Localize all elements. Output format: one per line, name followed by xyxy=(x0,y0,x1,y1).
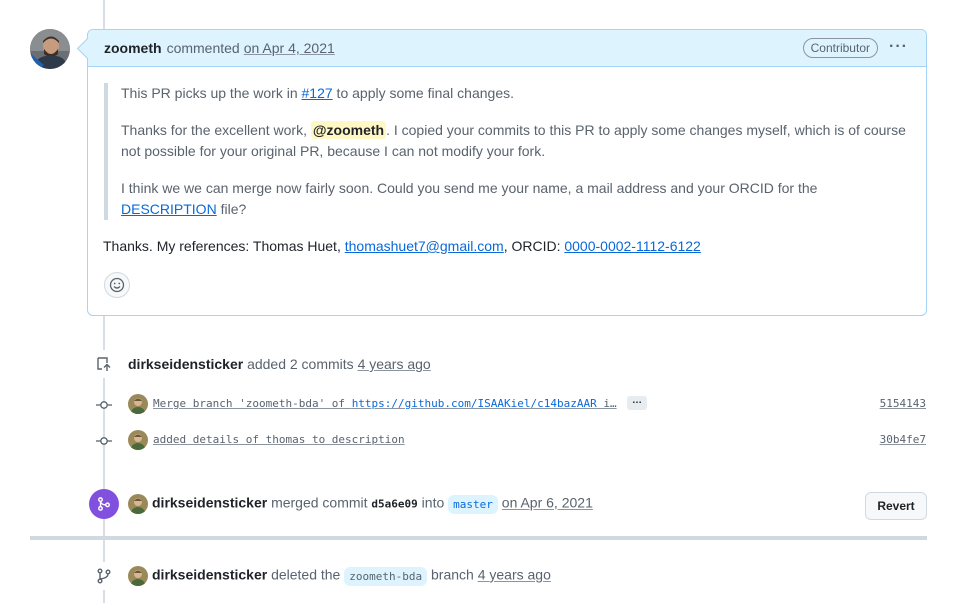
quote-paragraph: I think we we can merge now fairly soon.… xyxy=(121,178,910,220)
merge-event-text: dirkseidensticker merged commit d5a6e09 … xyxy=(128,494,593,514)
description-file-link[interactable]: DESCRIPTION xyxy=(121,201,217,217)
delete-event-text: dirkseidensticker deleted the zoometh-bd… xyxy=(128,566,551,586)
commit-message[interactable]: Merge branch 'zoometh-bda' of https://gi… xyxy=(153,397,617,410)
quote-text: This PR picks up the work in xyxy=(121,85,302,101)
blockquote: This PR picks up the work in #127 to app… xyxy=(104,83,910,220)
commit-message[interactable]: added details of thomas to description xyxy=(153,433,405,446)
event-time[interactable]: 4 years ago xyxy=(478,567,551,583)
comment-body: This PR picks up the work in #127 to app… xyxy=(88,67,926,298)
expand-commit-button[interactable]: … xyxy=(627,396,647,410)
commit-dot-icon xyxy=(96,434,112,446)
actor-name[interactable]: dirkseidensticker xyxy=(128,356,243,372)
commit-row: Merge branch 'zoometh-bda' of https://gi… xyxy=(0,392,961,416)
user-mention[interactable]: @zoometh xyxy=(310,121,387,139)
quote-text: file? xyxy=(216,201,247,217)
actor-name[interactable]: dirkseidensticker xyxy=(152,567,267,583)
git-branch-icon xyxy=(90,562,118,590)
body-text: Thanks. My references: Thomas Huet, xyxy=(103,238,345,254)
email-link[interactable]: thomashuet7@gmail.com xyxy=(345,238,504,254)
merge-event: dirkseidensticker merged commit d5a6e09 … xyxy=(0,489,961,519)
avatar[interactable] xyxy=(128,430,148,450)
branch-deleted-event: dirkseidensticker deleted the zoometh-bd… xyxy=(0,561,961,591)
kebab-horizontal-icon[interactable]: ··· xyxy=(889,38,908,56)
event-time[interactable]: 4 years ago xyxy=(358,356,431,372)
orcid-link[interactable]: 0000-0002-1112-6122 xyxy=(564,238,701,254)
git-merge-icon xyxy=(89,489,119,519)
commit-url[interactable]: https://github.com/ISAAKiel/c14bazAAR xyxy=(352,397,597,410)
commit-dot-icon xyxy=(96,398,112,410)
branch-label[interactable]: master xyxy=(448,494,498,514)
event-action: deleted the xyxy=(271,566,341,583)
commit-row: added details of thomas to description 3… xyxy=(0,428,961,452)
commit-sha[interactable]: 5154143 xyxy=(880,397,926,410)
event-action: branch xyxy=(431,566,474,583)
actor-name[interactable]: dirkseidensticker xyxy=(152,495,267,511)
event-time[interactable]: on Apr 6, 2021 xyxy=(502,495,593,511)
comment-action: commented xyxy=(166,40,240,56)
event-action: into xyxy=(421,494,445,511)
quote-paragraph: Thanks for the excellent work, @zoometh.… xyxy=(121,120,910,162)
avatar[interactable] xyxy=(128,494,148,514)
body-text: , ORCID: xyxy=(503,238,565,254)
merge-commit-sha[interactable]: d5a6e09 xyxy=(371,498,417,511)
timeline-line-top xyxy=(103,0,105,29)
quote-text: I think we we can merge now fairly soon.… xyxy=(121,180,818,196)
quote-text: Thanks for the excellent work, xyxy=(121,122,311,138)
issue-link[interactable]: #127 xyxy=(302,85,333,101)
comment: zoometh commented on Apr 4, 2021 Contrib… xyxy=(87,29,927,316)
commits-added-event: dirkseidensticker added 2 commits 4 year… xyxy=(0,349,961,379)
comment-date[interactable]: on Apr 4, 2021 xyxy=(244,40,335,56)
commit-sha[interactable]: 30b4fe7 xyxy=(880,433,926,446)
event-action: merged commit xyxy=(271,494,368,511)
comment-header: zoometh commented on Apr 4, 2021 Contrib… xyxy=(88,30,926,67)
commits-event-text: dirkseidensticker added 2 commits 4 year… xyxy=(128,356,431,372)
timeline-separator xyxy=(30,536,927,540)
comment-author[interactable]: zoometh xyxy=(104,40,162,56)
avatar[interactable] xyxy=(128,566,148,586)
repo-push-icon xyxy=(90,350,118,378)
commit-message-trail: i… xyxy=(596,397,617,410)
avatar[interactable] xyxy=(128,394,148,414)
quote-paragraph: This PR picks up the work in #127 to app… xyxy=(121,83,910,104)
commit-message-text: Merge branch 'zoometh-bda' of xyxy=(153,397,352,410)
revert-button[interactable]: Revert xyxy=(865,492,927,520)
body-paragraph: Thanks. My references: Thomas Huet, thom… xyxy=(103,236,910,257)
branch-label[interactable]: zoometh-bda xyxy=(344,566,428,586)
avatar[interactable] xyxy=(30,29,70,69)
smiley-icon[interactable] xyxy=(104,272,130,298)
contributor-badge: Contributor xyxy=(802,38,878,58)
event-action: added 2 commits xyxy=(247,356,354,372)
quote-text: to apply some final changes. xyxy=(332,85,515,101)
